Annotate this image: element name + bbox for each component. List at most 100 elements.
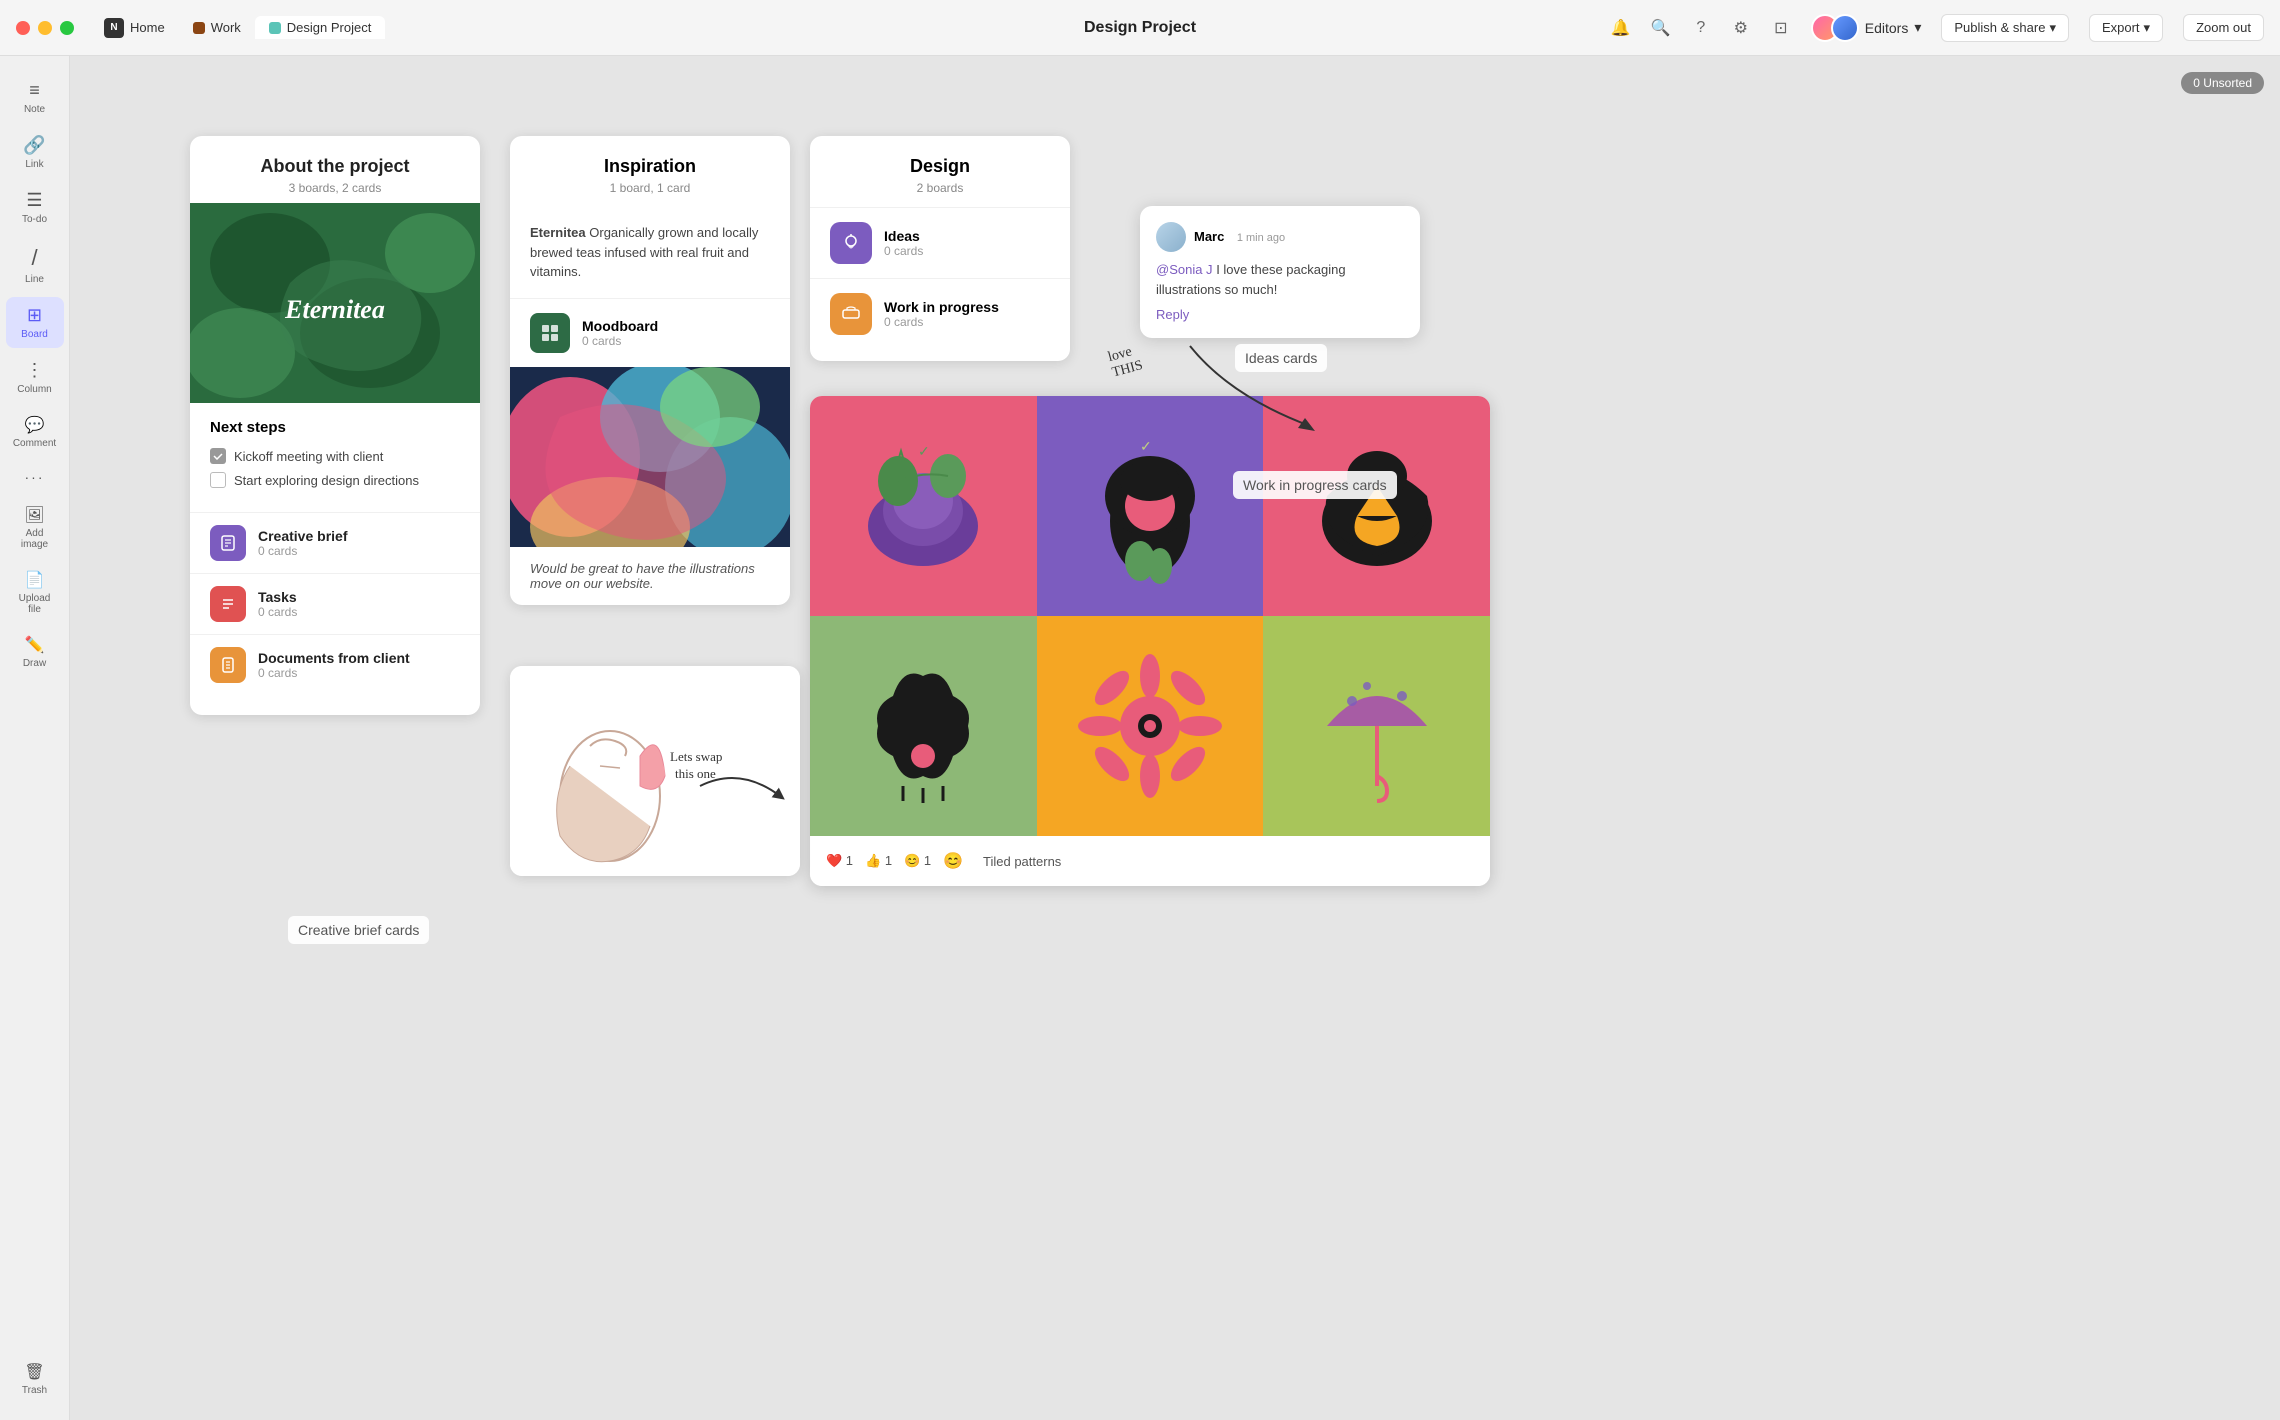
tab-design-project[interactable]: Design Project [255,16,386,39]
reaction-heart[interactable]: ❤️ 1 [826,853,853,869]
card-sketch: Lets swap this one [510,666,800,876]
sidebar-line-label: Line [25,274,44,285]
sidebar-item-add-image[interactable]: 🖼 Add image [6,497,64,558]
minimize-button[interactable] [38,21,52,35]
sidebar-item-upload[interactable]: 📄 Upload file [6,562,64,623]
tab-home-label: Home [130,20,165,35]
inspiration-title: Inspiration [530,156,770,177]
publish-share-button[interactable]: Publish & share ▾ [1941,14,2069,42]
column-icon: ⋮ [26,360,44,381]
reaction-smile[interactable]: 😊 1 [904,853,931,869]
sidebar-item-column[interactable]: ⋮ Column [6,352,64,403]
documents-count: 0 cards [258,666,410,680]
wip-cards-label: Work in progress cards [1233,471,1397,499]
note-icon: ≡ [29,80,40,101]
eternitea-illustration: Eternitea [190,203,480,403]
notifications-icon[interactable]: 🔔 [1611,18,1631,38]
checklist-design-label: Start exploring design directions [234,473,419,488]
ideas-board-item[interactable]: Ideas 0 cards [810,207,1070,278]
checkbox-checked-icon[interactable] [210,448,226,464]
grid-cell-4 [810,616,1037,836]
list-item-documents[interactable]: Documents from client 0 cards [190,634,480,695]
badge-icon[interactable]: ⊡ [1771,18,1791,38]
about-subtitle: 3 boards, 2 cards [210,181,460,195]
sidebar-item-draw[interactable]: ✏️ Draw [6,627,64,677]
tab-home[interactable]: N Home [90,14,179,42]
sidebar-note-label: Note [24,104,45,115]
sidebar-item-board[interactable]: ⊞ Board [6,297,64,348]
wip-board-item[interactable]: Work in progress 0 cards [810,278,1070,349]
close-button[interactable] [16,21,30,35]
grid-footer: ❤️ 1 👍 1 😊 1 😊 Tiled patterns [810,836,1490,886]
card-inspiration[interactable]: Inspiration 1 board, 1 card Eternitea Or… [510,136,790,605]
app-icon: N [104,18,124,38]
tab-work-label: Work [211,20,241,35]
zoom-out-button[interactable]: Zoom out [2183,14,2264,41]
svg-text:✓: ✓ [918,443,930,459]
list-item-tasks[interactable]: Tasks 0 cards [190,573,480,634]
svg-text:this one: this one [675,766,716,781]
checklist-item-design[interactable]: Start exploring design directions [210,472,460,488]
comment-author: Marc [1194,229,1224,244]
checklist-item-kickoff[interactable]: Kickoff meeting with client [210,448,460,464]
ideas-icon [830,222,872,264]
ideas-count: 0 cards [884,244,923,258]
checkbox-unchecked-icon[interactable] [210,472,226,488]
app-body: ≡ Note 🔗 Link ☰ To-do / Line ⊞ Board ⋮ C… [0,56,2280,1420]
card-design[interactable]: Design 2 boards Ideas 0 cards Work in pr… [810,136,1070,361]
editors-button[interactable]: Editors ▾ [1811,14,1922,42]
help-icon[interactable]: ? [1691,18,1711,38]
avatar-group [1811,14,1859,42]
reaction-thumbs[interactable]: 👍 1 [865,853,892,869]
sidebar-item-more[interactable]: ··· [6,461,64,493]
next-steps-title: Next steps [210,419,460,436]
sidebar-item-line[interactable]: / Line [6,237,64,293]
fullscreen-button[interactable] [60,21,74,35]
tab-design-project-label: Design Project [287,20,372,35]
tasks-count: 0 cards [258,605,297,619]
wip-text: Work in progress 0 cards [884,299,999,329]
reaction-add[interactable]: 😊 [943,851,963,871]
sidebar-item-trash[interactable]: 🗑 Trash [6,1354,64,1404]
sidebar-item-todo[interactable]: ☰ To-do [6,182,64,233]
search-icon[interactable]: 🔍 [1651,18,1671,38]
sidebar-trash-label: Trash [22,1385,47,1396]
design-title: Design [830,156,1050,177]
trash-icon: 🗑 [24,1362,44,1382]
creative-brief-count: 0 cards [258,544,347,558]
card-tiled-patterns[interactable]: ✓ ✓ [810,396,1490,886]
title-bar: N Home Work Design Project Design Projec… [0,0,2280,56]
inspiration-note: Would be great to have the illustrations… [510,547,790,605]
sidebar-item-link[interactable]: 🔗 Link [6,127,64,178]
grid-cell-2: ✓ [1037,396,1264,616]
tab-work[interactable]: Work [179,16,255,39]
next-steps-section: Next steps Kickoff meeting with client S… [190,403,480,512]
sidebar-item-comment[interactable]: 💬 Comment [6,407,64,457]
export-button[interactable]: Export ▾ [2089,14,2163,42]
wip-icon [830,293,872,335]
reply-button[interactable]: Reply [1156,307,1404,322]
traffic-lights [16,21,74,35]
comment-header: Marc 1 min ago [1156,222,1404,252]
link-icon: 🔗 [23,135,45,156]
brand-name: Eternitea [530,225,586,240]
creative-brief-text: Creative brief 0 cards [258,528,347,558]
ideas-name: Ideas [884,228,923,244]
love-this-annotation: love THIS [1106,343,1144,382]
list-item-creative-brief[interactable]: Creative brief 0 cards [190,512,480,573]
tasks-text: Tasks 0 cards [258,589,297,619]
checklist-kickoff-label: Kickoff meeting with client [234,449,383,464]
moodboard-item[interactable]: Moodboard 0 cards [510,299,790,367]
brand-text-item: Eternitea Organically grown and locally … [510,207,790,299]
sidebar-item-note[interactable]: ≡ Note [6,72,64,123]
grid-cell-6 [1263,616,1490,836]
settings-icon[interactable]: ⚙ [1731,18,1751,38]
grid-cell-5 [1037,616,1264,836]
card-about[interactable]: About the project 3 boards, 2 cards Eter… [190,136,480,715]
unsorted-badge[interactable]: 0 Unsorted [2181,72,2264,94]
canvas-area[interactable]: 0 Unsorted About the project 3 boards, 2… [70,56,2280,1420]
wip-name: Work in progress [884,299,999,315]
documents-icon [210,647,246,683]
tab-list: N Home Work Design Project [90,14,385,42]
design-header: Design 2 boards [810,136,1070,207]
